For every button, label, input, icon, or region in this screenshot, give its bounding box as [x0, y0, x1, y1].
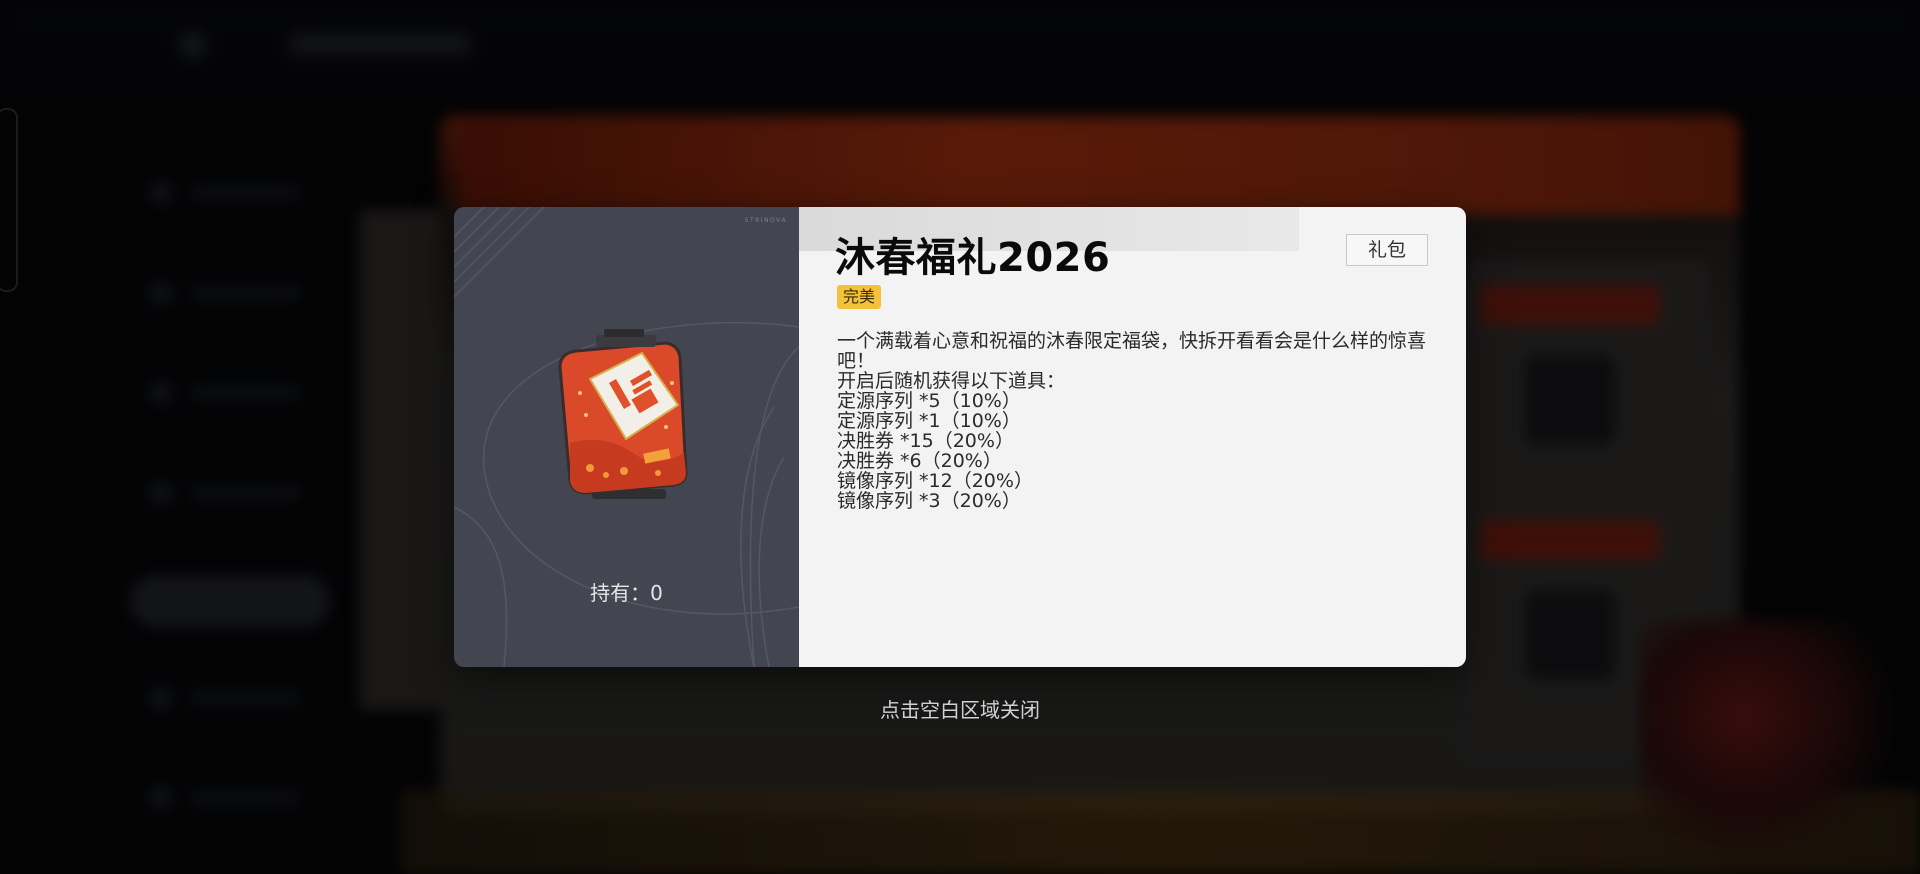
drop-item: 定源序列 *5（10%） — [837, 390, 1021, 412]
drop-item: 镜像序列 *3（20%） — [837, 490, 1021, 512]
drop-item: 镜像序列 *12（20%） — [837, 470, 1033, 492]
item-description: 一个满载着心意和祝福的沐春限定福袋，快拆开看看会是什么样的惊喜吧！ 开启后随机获… — [837, 331, 1437, 511]
item-info-panel: 沐春福礼2026 礼包 完美 一个满载着心意和祝福的沐春限定福袋，快拆开看看会是… — [799, 207, 1466, 667]
description-text: 一个满载着心意和祝福的沐春限定福袋，快拆开看看会是什么样的惊喜吧！ — [837, 330, 1427, 372]
drop-item: 决胜券 *15（20%） — [837, 430, 1014, 452]
game-screen: STRINOVA 持有：0 沐春福礼2026 礼包 完美 一个满载着心意和祝福的… — [0, 0, 1920, 874]
held-count: 持有：0 — [590, 581, 663, 605]
fortune-bag-icon — [546, 323, 706, 507]
brand-mark: STRINOVA — [744, 217, 787, 224]
drop-item: 决胜券 *6（20%） — [837, 450, 1002, 472]
drop-item: 定源序列 *1（10%） — [837, 410, 1021, 432]
item-preview-panel: STRINOVA 持有：0 — [454, 207, 799, 667]
drops-intro: 开启后随机获得以下道具： — [837, 370, 1066, 392]
rarity-badge: 完美 — [837, 285, 882, 309]
item-type-tag: 礼包 — [1346, 234, 1428, 266]
close-hint[interactable]: 点击空白区域关闭 — [0, 694, 1920, 723]
item-title: 沐春福礼2026 — [835, 235, 1111, 281]
item-detail-dialog: STRINOVA 持有：0 沐春福礼2026 礼包 完美 一个满载着心意和祝福的… — [454, 207, 1466, 667]
